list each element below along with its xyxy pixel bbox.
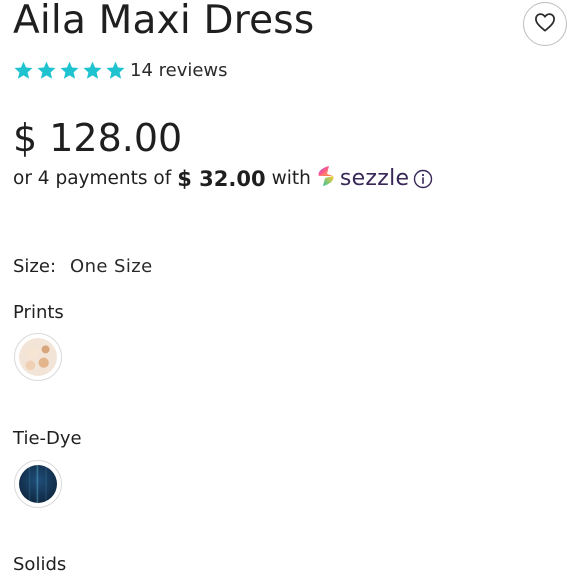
product-price: $ 128.00 xyxy=(13,116,183,160)
sezzle-logo[interactable]: sezzle xyxy=(315,164,410,193)
reviews-link[interactable]: 14 reviews xyxy=(130,60,228,81)
size-label: Size: xyxy=(13,256,57,277)
swatch-prints[interactable] xyxy=(14,333,62,381)
star-icon xyxy=(59,60,80,81)
swatch-group-label-tie-dye: Tie-Dye xyxy=(13,428,82,449)
heart-icon xyxy=(534,12,556,36)
star-icon xyxy=(36,60,57,81)
rating-summary[interactable]: 14 reviews xyxy=(13,60,228,81)
swatch-group-label-solids: Solids xyxy=(13,554,67,575)
star-rating xyxy=(13,60,126,81)
installment-amount: $ 32.00 xyxy=(177,166,266,191)
swatch-image xyxy=(19,465,57,503)
installment-message: or 4 payments of $ 32.00 with sezzle xyxy=(13,164,433,193)
swatch-group-label-prints: Prints xyxy=(13,302,64,323)
star-icon xyxy=(13,60,34,81)
swatch-image xyxy=(19,338,57,376)
star-icon xyxy=(82,60,103,81)
installment-prefix: or 4 payments of xyxy=(13,168,172,189)
info-icon[interactable] xyxy=(413,169,433,189)
product-title: Aila Maxi Dress xyxy=(13,0,315,43)
sezzle-mark-icon xyxy=(315,164,337,193)
size-value[interactable]: One Size xyxy=(70,256,153,277)
star-icon xyxy=(105,60,126,81)
installment-with: with xyxy=(271,168,311,189)
sezzle-wordmark: sezzle xyxy=(339,166,410,191)
swatch-tie-dye[interactable] xyxy=(14,460,62,508)
wishlist-button[interactable] xyxy=(523,2,567,46)
product-detail-page: Aila Maxi Dress 14 reviews $ 128.00 or 4… xyxy=(0,0,580,580)
size-selector: Size: One Size xyxy=(13,256,153,277)
